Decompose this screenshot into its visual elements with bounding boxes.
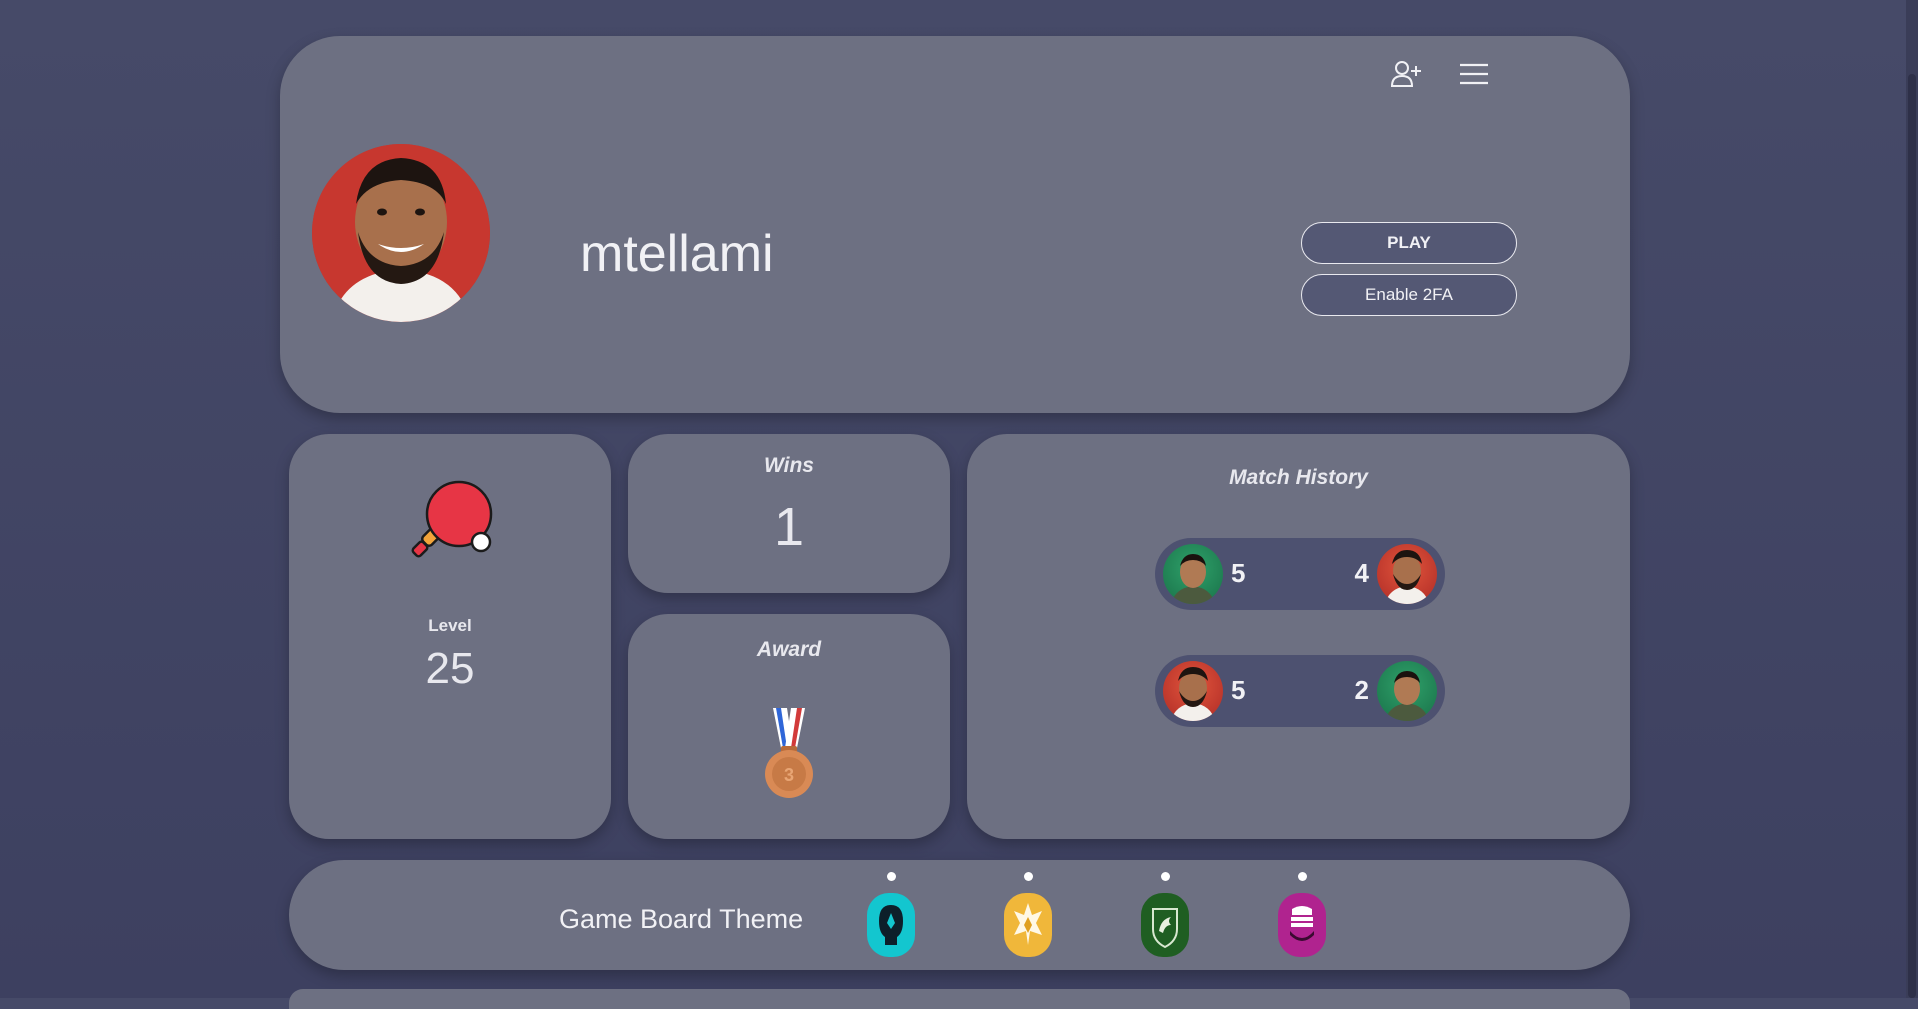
cyan-theme-icon[interactable] xyxy=(867,893,915,957)
player-avatar xyxy=(1163,544,1223,604)
add-user-icon[interactable] xyxy=(1388,56,1424,92)
theme-radio-dot[interactable] xyxy=(1297,872,1307,881)
award-card: Award 3 xyxy=(628,614,950,839)
theme-option-cyan[interactable] xyxy=(867,872,915,957)
match-row[interactable]: 5 2 xyxy=(1155,655,1445,727)
next-section-card xyxy=(289,989,1630,1009)
opponent-avatar xyxy=(1377,544,1437,604)
level-label: Level xyxy=(428,616,472,635)
match-history-card: Match History 5 4 5 2 xyxy=(967,434,1630,839)
award-label: Award xyxy=(756,638,822,661)
right-score: 2 xyxy=(1354,675,1369,705)
profile-avatar xyxy=(312,144,490,322)
yellow-theme-icon[interactable] xyxy=(1004,893,1052,957)
wins-label: Wins xyxy=(764,454,814,477)
opponent-avatar xyxy=(1377,661,1437,721)
theme-radio-dot[interactable] xyxy=(1160,872,1170,881)
player-avatar xyxy=(1163,661,1223,721)
play-button[interactable]: PLAY xyxy=(1301,222,1517,264)
scrollbar-thumb[interactable] xyxy=(1908,74,1916,998)
wins-value: 1 xyxy=(773,497,805,557)
medal-icon: 3 xyxy=(761,708,817,805)
left-score: 5 xyxy=(1231,675,1246,705)
menu-icon[interactable] xyxy=(1456,56,1492,92)
theme-option-magenta[interactable] xyxy=(1278,872,1326,957)
theme-label: Game Board Theme xyxy=(559,904,804,934)
right-score: 4 xyxy=(1354,558,1369,588)
username: mtellami xyxy=(580,225,774,283)
theme-option-green[interactable] xyxy=(1141,872,1189,957)
level-card: Level 25 xyxy=(289,434,611,839)
level-value: 25 xyxy=(425,644,475,693)
svg-text:3: 3 xyxy=(784,765,794,785)
wins-card: Wins 1 xyxy=(628,434,950,593)
game-board-theme-card: Game Board Theme xyxy=(289,860,1630,970)
match-history-title: Match History xyxy=(1229,466,1368,489)
left-score: 5 xyxy=(1231,558,1246,588)
green-theme-icon[interactable] xyxy=(1141,893,1189,957)
enable-2fa-button[interactable]: Enable 2FA xyxy=(1301,274,1517,316)
scrollbar[interactable] xyxy=(1906,0,1918,998)
magenta-theme-icon[interactable] xyxy=(1278,893,1326,957)
theme-radio-dot[interactable] xyxy=(1023,872,1033,881)
paddle-icon xyxy=(411,478,495,567)
theme-option-yellow[interactable] xyxy=(1004,872,1052,957)
match-row[interactable]: 5 4 xyxy=(1155,538,1445,610)
profile-header: mtellami PLAY Enable 2FA xyxy=(280,36,1630,413)
theme-radio-dot[interactable] xyxy=(886,872,896,881)
